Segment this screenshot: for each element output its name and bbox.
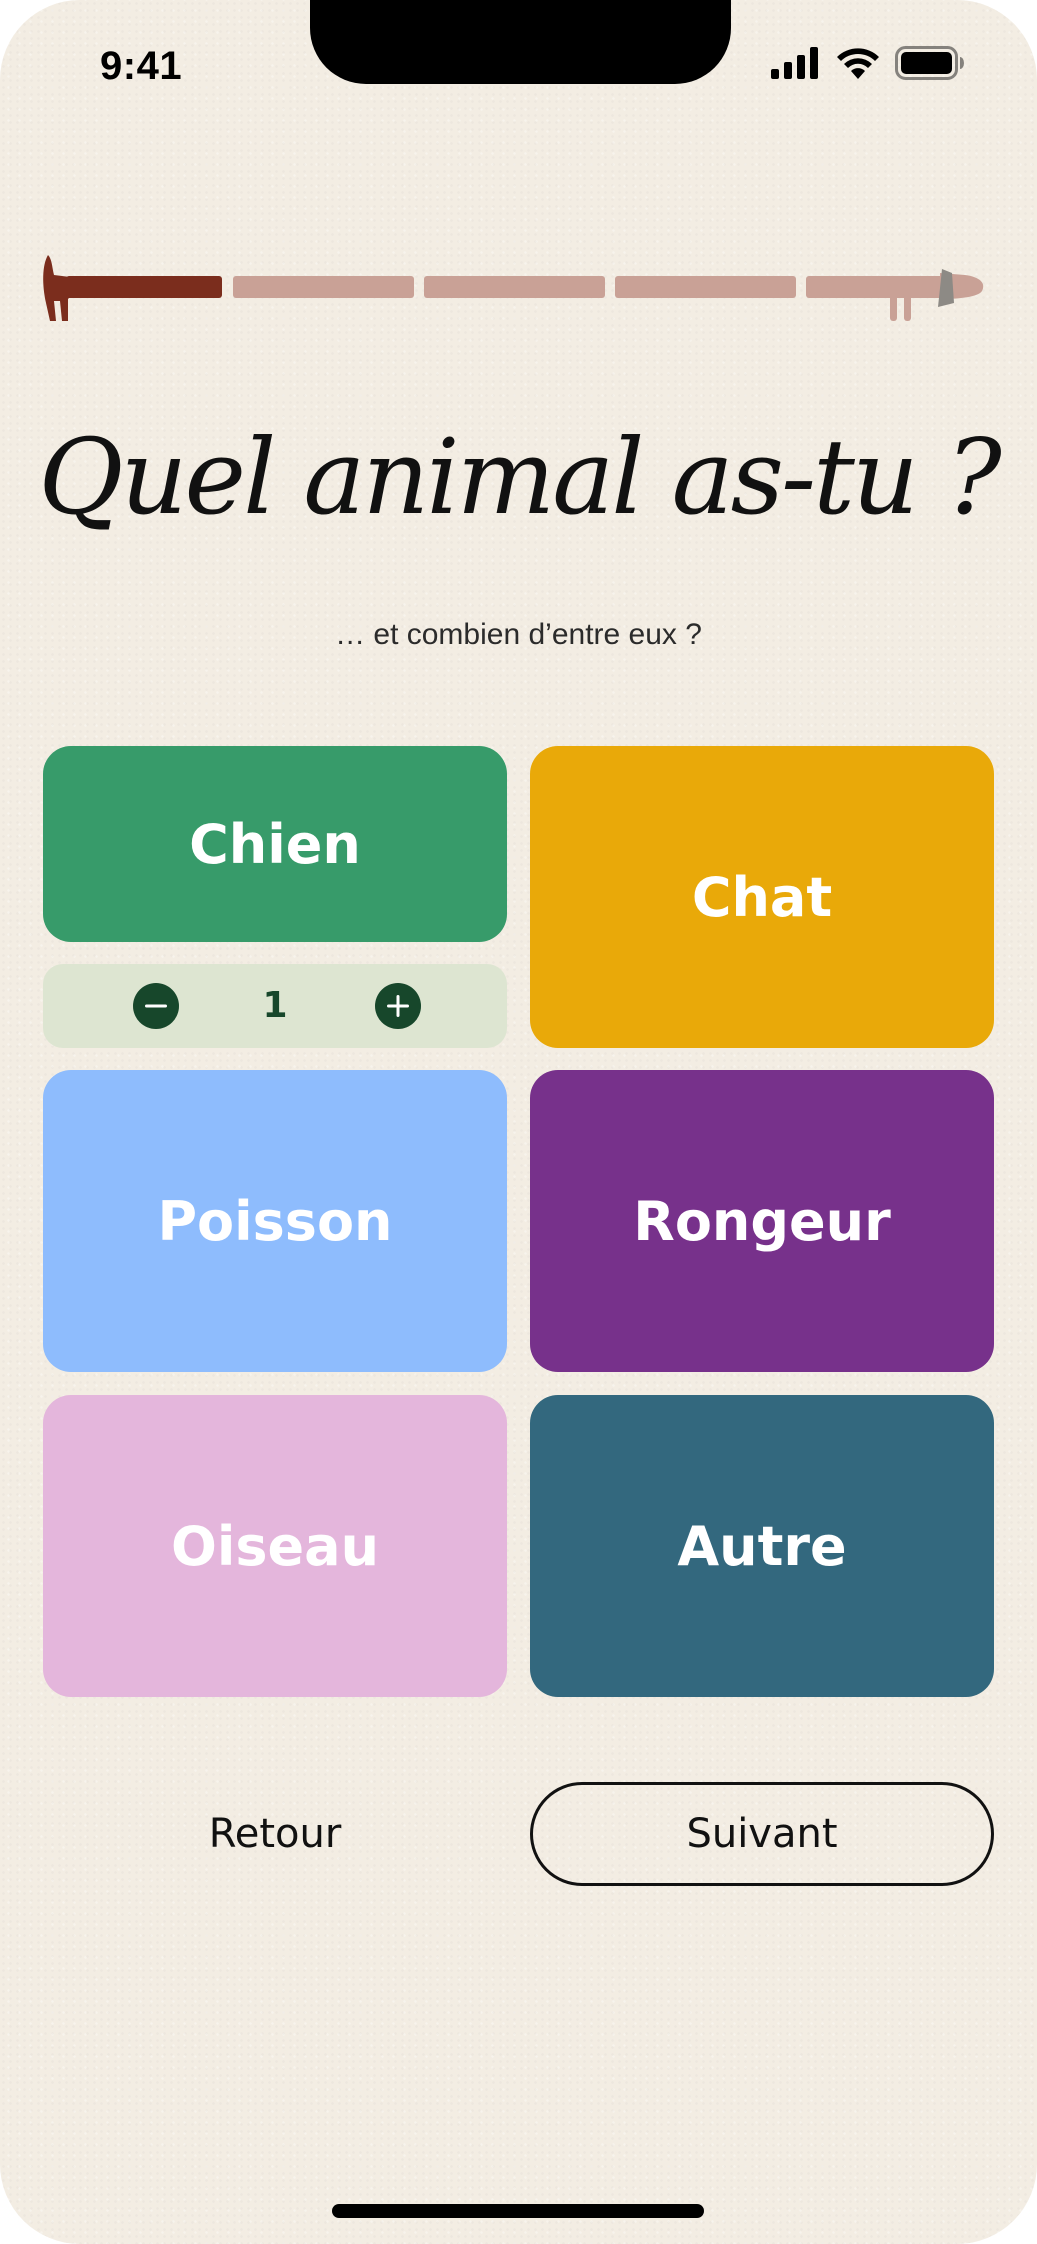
animal-tile-poisson[interactable]: Poisson [43,1070,507,1372]
progress-segment-3 [424,276,605,298]
animal-tile-chat[interactable]: Chat [530,746,994,1048]
animal-tile-label: Chien [189,812,361,876]
animal-tile-autre[interactable]: Autre [530,1395,994,1697]
page-subtitle: … et combien d’entre eux ? [335,618,702,651]
status-time: 9:41 [100,44,183,88]
animal-tile-chien[interactable]: Chien [43,746,507,942]
progress-segment-4 [615,276,796,298]
page-title: Quel animal as-tu ? [38,416,1001,538]
animal-tile-label: Chat [691,865,833,929]
minus-circle-icon [145,1004,167,1008]
progress-segment-5 [806,276,946,298]
animal-tile-rongeur[interactable]: Rongeur [530,1070,994,1372]
progress-segment-1 [66,276,222,298]
cellular-signal-icon [771,47,821,84]
back-button[interactable]: Retour [43,1782,507,1886]
animal-tile-label: Rongeur [633,1189,891,1253]
wifi-icon [835,46,881,85]
phone-screen: 9:41 Quel animal as-tu ? … et combien d’… [0,0,1037,2244]
animal-tile-label: Oiseau [170,1514,380,1578]
animal-tile-label: Poisson [157,1189,393,1253]
notch [310,0,731,84]
plus-circle-icon [387,995,409,1017]
decrement-button[interactable] [133,983,179,1029]
next-button[interactable]: Suivant [530,1782,994,1886]
animal-tile-label: Autre [677,1514,847,1578]
animal-tile-oiseau[interactable]: Oiseau [43,1395,507,1697]
increment-button[interactable] [375,983,421,1029]
quantity-stepper: 1 [43,964,507,1048]
progress-bar [40,245,990,325]
progress-segment-2 [233,276,414,298]
status-icons [771,46,965,85]
home-indicator [332,2204,704,2218]
battery-icon [895,46,965,85]
dog-tail-icon [43,255,70,321]
quantity-value: 1 [262,985,288,1026]
